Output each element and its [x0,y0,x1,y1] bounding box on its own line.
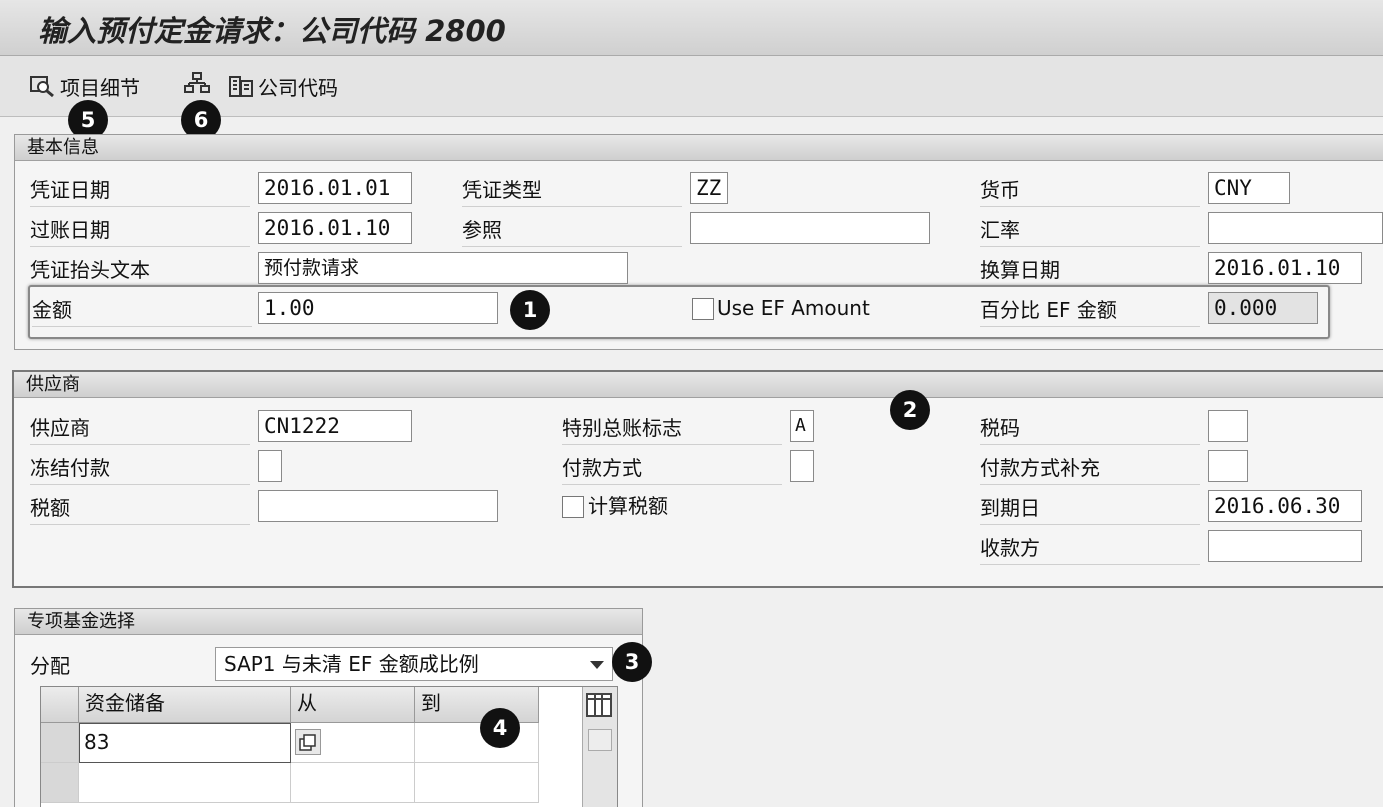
doc-date-field[interactable]: 2016.01.01 [258,172,412,204]
column-settings-icon[interactable] [586,693,612,717]
posting-date-label: 过账日期 [30,214,250,247]
row-selector[interactable] [41,763,79,803]
due-date-label: 到期日 [980,492,1200,525]
currency-label: 货币 [980,174,1200,207]
reference-label: 参照 [462,214,682,247]
copy-icon[interactable] [295,729,321,755]
amount-label: 金额 [32,294,252,327]
table-cell-to[interactable] [415,763,539,803]
doc-date-label: 凭证日期 [30,174,250,207]
tax-code-label: 税码 [980,412,1200,445]
company-code-button[interactable]: 公司代码 [228,72,338,101]
marker-1: 1 [510,290,550,330]
percent-ef-field: 0.000 [1208,292,1318,324]
page-title: 输入预付定金请求：公司代码 2800 [38,14,506,48]
tax-code-field[interactable] [1208,410,1248,442]
reference-field[interactable] [690,212,930,244]
scrollbar-up-button[interactable] [588,729,612,751]
chevron-down-icon [590,661,604,669]
table-cell-from[interactable] [291,763,415,803]
vendor-label: 供应商 [30,412,250,445]
posting-date-field[interactable]: 2016.01.10 [258,212,412,244]
basic-info-title: 基本信息 [15,135,1383,161]
amount-field[interactable]: 1.00 [258,292,498,324]
vendor-field[interactable]: CN1222 [258,410,412,442]
exchange-rate-label: 汇率 [980,214,1200,247]
hierarchy-icon [184,72,210,94]
payment-block-field[interactable] [258,450,282,482]
allocation-value: SAP1 与未清 EF 金额成比例 [224,652,479,676]
earmarked-funds-table: 资金储备 从 到 83 [40,686,618,807]
row-selector-header[interactable] [41,687,79,723]
column-header-funds-reservation[interactable]: 资金储备 [79,687,291,723]
table-cell-funds-reservation[interactable] [79,763,291,803]
special-gl-field[interactable]: A [790,410,814,442]
header-text-field[interactable]: 预付款请求 [258,252,628,284]
row-selector[interactable] [41,723,79,763]
use-ef-amount-label: Use EF Amount [717,296,870,320]
building-icon [228,75,254,98]
pmt-method-supp-label: 付款方式补充 [980,452,1200,485]
translation-date-label: 换算日期 [980,254,1200,287]
payee-label: 收款方 [980,532,1200,565]
marker-2: 2 [890,390,930,430]
doc-type-label: 凭证类型 [462,174,682,207]
percent-ef-label: 百分比 EF 金额 [980,294,1200,327]
earmarked-funds-title: 专项基金选择 [15,609,642,635]
calc-tax-label: 计算税额 [588,494,668,518]
title-bar: 输入预付定金请求：公司代码 2800 [0,0,1383,56]
table-cell-from[interactable] [291,723,415,763]
allocation-dropdown[interactable]: SAP1 与未清 EF 金额成比例 [215,647,613,681]
allocation-label: 分配 [30,654,70,678]
due-date-field[interactable]: 2016.06.30 [1208,490,1362,522]
table-cell-to[interactable] [415,723,539,763]
header-text-label: 凭证抬头文本 [30,254,250,287]
tax-amount-field[interactable] [258,490,498,522]
hierarchy-button[interactable] [184,72,210,94]
pmt-method-supp-field[interactable] [1208,450,1248,482]
use-ef-amount-checkbox[interactable] [692,298,714,320]
calc-tax-checkbox[interactable] [562,496,584,518]
translation-date-field[interactable]: 2016.01.10 [1208,252,1362,284]
item-detail-label: 项目细节 [60,76,140,100]
marker-4: 4 [480,708,520,748]
special-gl-label: 特别总账标志 [562,412,782,445]
magnifier-detail-icon [30,75,56,98]
exchange-rate-field[interactable] [1208,212,1383,244]
table-right-panel [582,687,617,807]
currency-field[interactable]: CNY [1208,172,1290,204]
column-header-to[interactable]: 到 [415,687,539,723]
company-code-label: 公司代码 [258,76,338,100]
doc-type-field[interactable]: ZZ [690,172,728,204]
marker-3: 3 [612,642,652,682]
item-detail-button[interactable]: 项目细节 [30,72,140,101]
table-cell-funds-reservation[interactable]: 83 [79,723,291,763]
payment-block-label: 冻结付款 [30,452,250,485]
vendor-title: 供应商 [14,372,1383,398]
tax-amount-label: 税额 [30,492,250,525]
payment-method-field[interactable] [790,450,814,482]
payee-field[interactable] [1208,530,1362,562]
payment-method-label: 付款方式 [562,452,782,485]
column-header-from[interactable]: 从 [291,687,415,723]
